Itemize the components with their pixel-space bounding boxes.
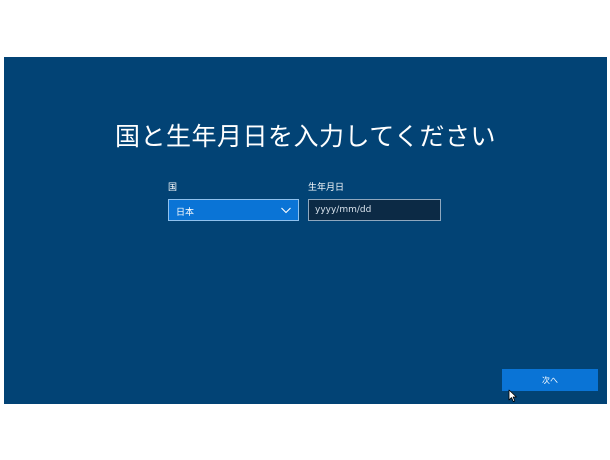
page-title: 国と生年月日を入力してください [114,122,496,151]
country-select[interactable]: 日本 [168,199,299,221]
mouse-pointer-icon [508,389,517,402]
setup-screen: 国と生年月日を入力してください 国 生年月日 日本 次へ [4,57,607,404]
next-button[interactable]: 次へ [502,369,598,391]
birthdate-input[interactable] [308,199,441,221]
birthdate-label: 生年月日 [308,183,345,193]
country-label: 国 [168,183,178,193]
country-select-value: 日本 [176,208,195,218]
chevron-down-icon [281,207,291,214]
